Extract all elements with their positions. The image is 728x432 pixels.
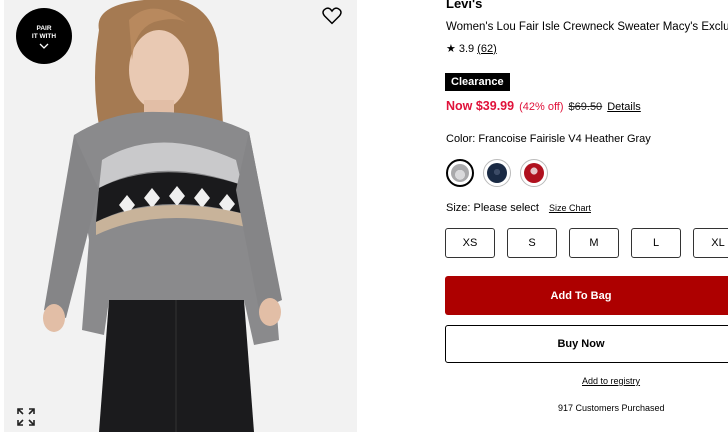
add-to-registry-link[interactable]: Add to registry [582,376,640,386]
swatch-fill [524,163,544,183]
pair-it-with-button[interactable]: PAIR IT WITH [16,8,72,64]
buy-now-button[interactable]: Buy Now [445,325,728,363]
size-chart-link[interactable]: Size Chart [549,203,591,213]
swatch-fill [451,164,469,182]
size-button-m[interactable]: M [569,228,619,258]
chevron-down-icon [39,43,49,49]
price-row: Now $39.99 (42% off) $69.50 Details [446,99,641,113]
size-options: XS S M L XL [445,228,728,258]
add-to-bag-button[interactable]: Add To Bag [445,276,728,315]
swatch-fill [487,163,507,183]
color-swatches [446,159,548,187]
size-button-xl[interactable]: XL [693,228,728,258]
heart-outline-icon[interactable] [322,7,342,25]
swatch-heather-gray[interactable] [446,159,474,187]
color-label: Color: Francoise Fairisle V4 Heather Gra… [446,133,651,145]
product-image-area[interactable]: PAIR IT WITH [4,0,357,432]
price-details-link[interactable]: Details [607,101,641,113]
star-icon: ★ [446,43,456,55]
review-count-link[interactable]: (62) [477,43,497,55]
brand-name[interactable]: Levi's [446,0,482,11]
swatch-red[interactable] [520,159,548,187]
rating: ★ 3.9 (62) [446,42,497,56]
size-button-xs[interactable]: XS [445,228,495,258]
price-now: Now $39.99 [446,99,515,113]
clearance-badge: Clearance [445,73,510,91]
size-label: Size: Please select [446,202,539,214]
rating-value: 3.9 [458,42,475,55]
customers-purchased: 917 Customers Purchased [558,403,665,413]
product-title: Women's Lou Fair Isle Crewneck Sweater M… [446,21,728,33]
swatch-navy[interactable] [483,159,511,187]
price-was: $69.50 [568,101,603,113]
size-row: Size: Please select Size Chart [446,202,591,214]
expand-icon[interactable] [17,408,35,426]
pair-badge-line1: PAIR [36,25,52,32]
pair-badge-line2: IT WITH [31,33,57,40]
product-photo [4,0,357,432]
size-button-l[interactable]: L [631,228,681,258]
discount-percent: (42% off) [519,101,564,113]
size-button-s[interactable]: S [507,228,557,258]
